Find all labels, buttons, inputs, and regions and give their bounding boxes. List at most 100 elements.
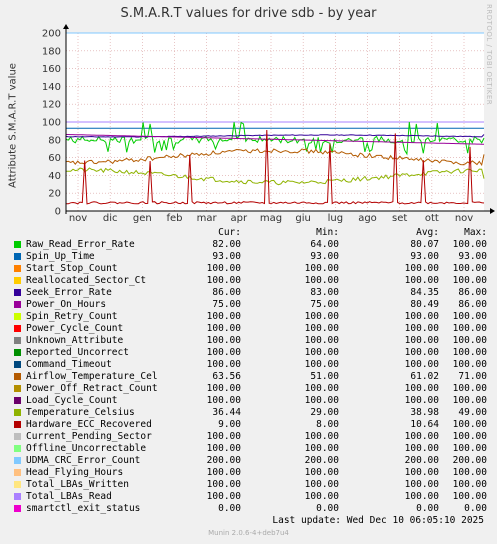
legend-max-value: 71.00 [458,371,487,382]
x-tick-label: ott [425,213,439,224]
legend-series-name: Current_Pending_Sector [26,431,152,442]
legend-max-value: 100.00 [452,311,487,322]
legend-swatch [14,325,21,332]
legend-min-value: 100.00 [304,491,339,502]
legend-row: smartctl_exit_status 0.00 0.00 0.00 0.00 [0,503,497,515]
legend-swatch [14,445,21,452]
legend-row: Total_LBAs_Read 100.00 100.00 100.00 100.00 [0,491,497,503]
legend-min-value: 100.00 [304,311,339,322]
legend-swatch [14,301,21,308]
legend-cur-value: 86.00 [212,287,241,298]
legend-series-name: Airflow_Temperature_Cel [26,371,158,382]
legend-series-name: Reallocated_Sector_Ct [26,275,147,286]
legend-min-value: 100.00 [304,263,339,274]
legend-max-value: 100.00 [452,359,487,370]
legend-row: Hardware_ECC_Recovered 9.00 8.00 10.64 100.0… [0,419,497,431]
legend-max-value: 0.00 [464,503,487,514]
y-tick-label: 140 [42,82,61,93]
x-tick-label: mag [260,213,282,224]
legend-max-value: 100.00 [452,263,487,274]
legend-row: Reallocated_Sector_Ct 100.00 100.00 100.00 1… [0,275,497,287]
legend-swatch [14,361,21,368]
legend-row: Raw_Read_Error_Rate 82.00 64.00 80.07 100.00 [0,239,497,251]
legend-max-value: 86.00 [458,299,487,310]
legend-series-name: Temperature_Celsius [26,407,135,418]
legend-series-name: Offline_Uncorrectable [26,443,147,454]
legend-cur-value: 93.00 [212,251,241,262]
legend-series-name: Seek_Error_Rate [26,287,112,298]
legend-cur-value: 100.00 [206,467,241,478]
legend-cur-value: 100.00 [206,335,241,346]
y-tick-label: 20 [48,189,61,200]
legend-series-name: Start_Stop_Count [26,263,118,274]
legend-min-value: 100.00 [304,467,339,478]
legend-swatch [14,505,21,512]
legend-series-name: Command_Timeout [26,359,112,370]
legend-min-value: 100.00 [304,323,339,334]
legend-cur-value: 100.00 [206,491,241,502]
x-tick-label: lug [328,213,343,224]
legend-row: Head_Flying_Hours 100.00 100.00 100.00 100.0… [0,467,497,479]
legend-cur-value: 9.00 [218,419,241,430]
legend-swatch [14,253,21,260]
x-tick-label: gen [133,213,152,224]
legend-max-value: 49.00 [458,407,487,418]
legend-min-value: 51.00 [310,371,339,382]
legend-max-value: 100.00 [452,395,487,406]
legend-row: Start_Stop_Count 100.00 100.00 100.00 100.00 [0,263,497,275]
legend-min-value: 75.00 [310,299,339,310]
legend-row: Spin_Retry_Count 100.00 100.00 100.00 100.00 [0,311,497,323]
legend-row: Reported_Uncorrect 100.00 100.00 100.00 100.… [0,347,497,359]
legend-min-value: 8.00 [316,419,339,430]
legend-row: Power_Off_Retract_Count 100.00 100.00 100.0… [0,383,497,395]
legend-max-value: 100.00 [452,467,487,478]
x-tick-label: set [392,213,407,224]
legend-swatch [14,349,21,356]
legend-cur-value: 100.00 [206,383,241,394]
legend-series-name: Spin_Up_Time [26,251,95,262]
legend-cur-value: 200.00 [206,455,241,466]
legend-swatch [14,409,21,416]
legend-max-value: 100.00 [452,443,487,454]
legend-series-name: smartctl_exit_status [26,503,141,514]
legend-header: Cur: Min: Avg: Max: [0,227,497,239]
x-tick-label: nov [455,213,473,224]
legend-max-value: 100.00 [452,347,487,358]
legend-series-name: Total_LBAs_Written [26,479,129,490]
legend-cur-value: 82.00 [212,239,241,250]
legend-max-value: 86.00 [458,287,487,298]
legend-max-value: 100.00 [452,431,487,442]
legend-series-name: Reported_Uncorrect [26,347,129,358]
y-axis-arrow [63,24,69,29]
legend-swatch [14,469,21,476]
legend-series-name: Raw_Read_Error_Rate [26,239,135,250]
legend-cur-value: 63.56 [212,371,241,382]
legend-swatch [14,397,21,404]
legend-swatch [14,433,21,440]
legend-row: Temperature_Celsius 36.44 29.00 38.98 49.00 [0,407,497,419]
legend-max-value: 100.00 [452,275,487,286]
legend-max-value: 200.00 [452,455,487,466]
legend-series-name: Head_Flying_Hours [26,467,124,478]
y-tick-label: 60 [48,153,61,164]
legend-cur-value: 100.00 [206,359,241,370]
legend-swatch [14,277,21,284]
legend-cur-value: 100.00 [206,323,241,334]
x-tick-label: giu [295,213,310,224]
legend-cur-value: 100.00 [206,479,241,490]
legend-min-value: 100.00 [304,443,339,454]
legend-max-value: 100.00 [452,491,487,502]
legend-series-name: UDMA_CRC_Error_Count [26,455,141,466]
legend-max-value: 93.00 [458,251,487,262]
x-tick-label: dic [103,213,118,224]
x-tick-label: nov [69,213,87,224]
legend-cur-value: 75.00 [212,299,241,310]
munin-version: Munin 2.0.6-4+deb7u4 [208,529,289,537]
col-cur-header: Cur: [218,227,241,238]
legend-cur-value: 0.00 [218,503,241,514]
legend-max-value: 100.00 [452,419,487,430]
legend-min-value: 200.00 [304,455,339,466]
legend-series-name: Hardware_ECC_Recovered [26,419,152,430]
legend-min-value: 100.00 [304,479,339,490]
y-tick-label: 0 [55,207,61,218]
